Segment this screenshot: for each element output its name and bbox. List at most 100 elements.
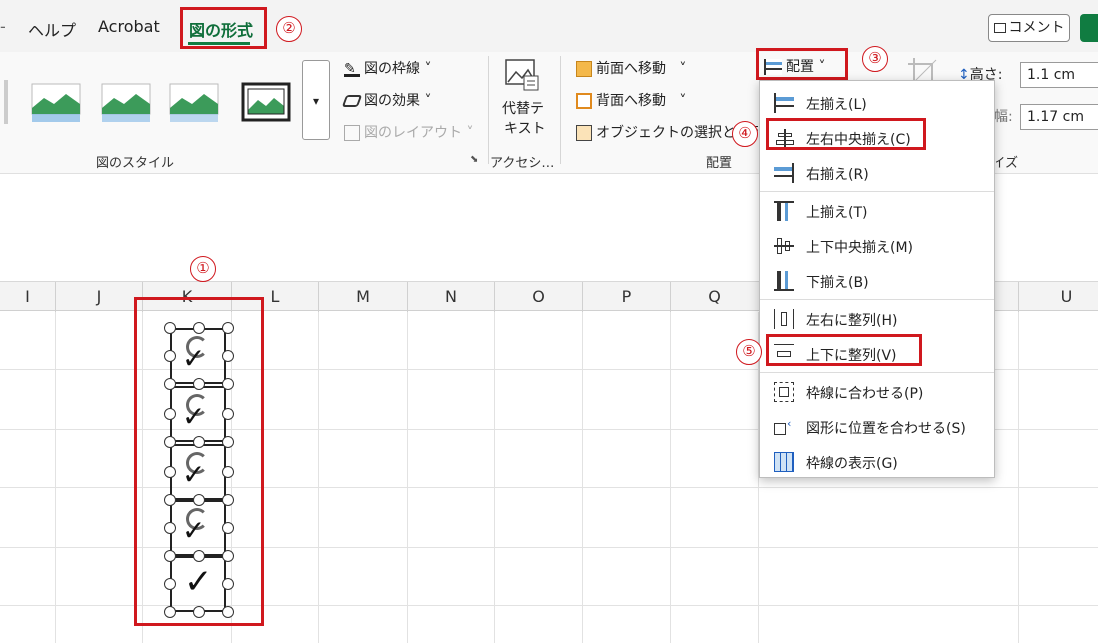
ribbon-tab-bar: - ヘルプ Acrobat 図の形式 ② コメント: [0, 0, 1098, 52]
resize-handle[interactable]: [222, 408, 234, 420]
checkbox-shape[interactable]: ✓: [170, 386, 228, 442]
menu-item-align-left[interactable]: 左揃え(L): [760, 85, 994, 120]
menu-item-align-right[interactable]: 右揃え(R): [760, 155, 994, 190]
menu-item-align-top[interactable]: 上揃え(T): [760, 193, 994, 228]
annotation-3: ③: [862, 46, 888, 72]
resize-handle[interactable]: [222, 522, 234, 534]
border-icon: ✎: [344, 61, 360, 77]
column-header-j[interactable]: J: [55, 282, 142, 312]
align-left-icon: [774, 93, 794, 113]
resize-handle[interactable]: [164, 436, 176, 448]
picture-style-icon[interactable]: [168, 80, 220, 124]
resize-handle[interactable]: [164, 522, 176, 534]
resize-handle[interactable]: [222, 378, 234, 390]
height-input[interactable]: 1.1 cm: [1020, 62, 1098, 88]
resize-handle[interactable]: [164, 378, 176, 390]
resize-handle[interactable]: [193, 322, 205, 334]
menu-item-snap-to-grid[interactable]: 枠線に合わせる(P): [760, 374, 994, 409]
bring-forward-button[interactable]: 前面へ移動 ˅: [576, 58, 686, 78]
picture-border-button[interactable]: ✎ 図の枠線 ˅: [344, 58, 431, 78]
resize-handle[interactable]: [193, 606, 205, 618]
picture-style-partial: [4, 80, 8, 124]
share-icon[interactable]: [1080, 14, 1098, 42]
checkbox-shape[interactable]: ✓: [170, 444, 228, 500]
align-button[interactable]: 配置 ˅: [764, 56, 825, 76]
align-middle-icon: [774, 236, 794, 256]
resize-handle[interactable]: [164, 466, 176, 478]
gridlines-icon: [774, 452, 794, 472]
tab-picture-format[interactable]: 図の形式: [189, 17, 253, 41]
width-input[interactable]: 1.17 cm: [1020, 104, 1098, 130]
resize-handle[interactable]: [164, 408, 176, 420]
resize-handle[interactable]: [164, 350, 176, 362]
menu-item-align-bottom[interactable]: 下揃え(B): [760, 263, 994, 298]
gridline: [318, 312, 319, 643]
dialog-launcher-icon[interactable]: ⬊: [470, 154, 478, 165]
resize-handle[interactable]: [164, 494, 176, 506]
resize-handle[interactable]: [222, 350, 234, 362]
tab-partial: -: [0, 17, 6, 36]
picture-style-icon[interactable]: [240, 80, 292, 124]
comment-button[interactable]: コメント: [988, 14, 1070, 42]
resize-handle[interactable]: [193, 494, 205, 506]
column-header-q[interactable]: Q: [670, 282, 758, 312]
checkbox-shape[interactable]: ✓: [170, 500, 228, 556]
checkmark-icon: ✓: [182, 342, 206, 375]
size-group-label: サイズ: [996, 156, 1018, 171]
selection-pane-button[interactable]: オブジェクトの選択と表示: [576, 122, 758, 142]
resize-handle[interactable]: [164, 606, 176, 618]
highlight-box-distribute-vertical: [766, 334, 922, 366]
resize-handle[interactable]: [222, 466, 234, 478]
resize-handle[interactable]: [164, 578, 176, 590]
send-backward-button[interactable]: 背面へ移動 ˅: [576, 90, 686, 110]
annotation-2: ②: [276, 16, 302, 42]
resize-handle[interactable]: [222, 436, 234, 448]
menu-item-snap-to-shape[interactable]: ‹ 図形に位置を合わせる(S): [760, 409, 994, 444]
column-header-m[interactable]: M: [318, 282, 407, 312]
resize-handle[interactable]: [222, 578, 234, 590]
column-header-i[interactable]: I: [0, 282, 55, 312]
style-gallery-more-button[interactable]: ▾: [302, 60, 330, 140]
width-label: 幅:: [994, 109, 1013, 125]
column-header-o[interactable]: O: [494, 282, 582, 312]
gridline: [670, 312, 671, 643]
checkbox-shape[interactable]: ✓: [170, 328, 228, 384]
menu-separator: [760, 372, 994, 373]
resize-handle[interactable]: [222, 550, 234, 562]
tab-acrobat[interactable]: Acrobat: [98, 17, 160, 36]
annotation-5: ⑤: [736, 339, 762, 365]
resize-handle[interactable]: [164, 550, 176, 562]
column-header-n[interactable]: N: [407, 282, 494, 312]
resize-handle[interactable]: [222, 606, 234, 618]
column-header-p[interactable]: P: [582, 282, 670, 312]
resize-handle[interactable]: [193, 550, 205, 562]
align-icon: [764, 59, 782, 75]
send-backward-icon: [576, 93, 592, 109]
picture-effects-button[interactable]: 図の効果 ˅: [341, 90, 431, 110]
arrange-group-label: 配置: [706, 156, 733, 171]
gridline: [55, 312, 56, 643]
resize-handle[interactable]: [193, 436, 205, 448]
picture-style-icon[interactable]: [100, 80, 152, 124]
column-header-u[interactable]: U: [1018, 282, 1098, 312]
checkmark-icon: ✓: [182, 400, 206, 433]
alt-text-button[interactable]: 代替テ: [502, 98, 544, 118]
alt-text-button-line2[interactable]: キスト: [504, 118, 546, 138]
resize-handle[interactable]: [164, 322, 176, 334]
tab-help[interactable]: ヘルプ: [28, 17, 76, 41]
separator: [560, 56, 561, 164]
menu-item-distribute-horizontal[interactable]: 左右に整列(H): [760, 301, 994, 336]
menu-item-view-gridlines[interactable]: 枠線の表示(G): [760, 444, 994, 479]
resize-handle[interactable]: [222, 494, 234, 506]
picture-layout-button[interactable]: 図のレイアウト ˅: [344, 122, 473, 142]
checkbox-shape[interactable]: ✓: [170, 556, 228, 612]
resize-handle[interactable]: [193, 378, 205, 390]
resize-handle[interactable]: [222, 322, 234, 334]
annotation-4: ④: [732, 121, 758, 147]
picture-style-icon[interactable]: [30, 80, 82, 124]
bring-forward-icon: [576, 61, 592, 77]
menu-separator: [760, 299, 994, 300]
layout-icon: [344, 125, 360, 141]
menu-item-align-middle[interactable]: 上下中央揃え(M): [760, 228, 994, 263]
gridline: [582, 312, 583, 643]
